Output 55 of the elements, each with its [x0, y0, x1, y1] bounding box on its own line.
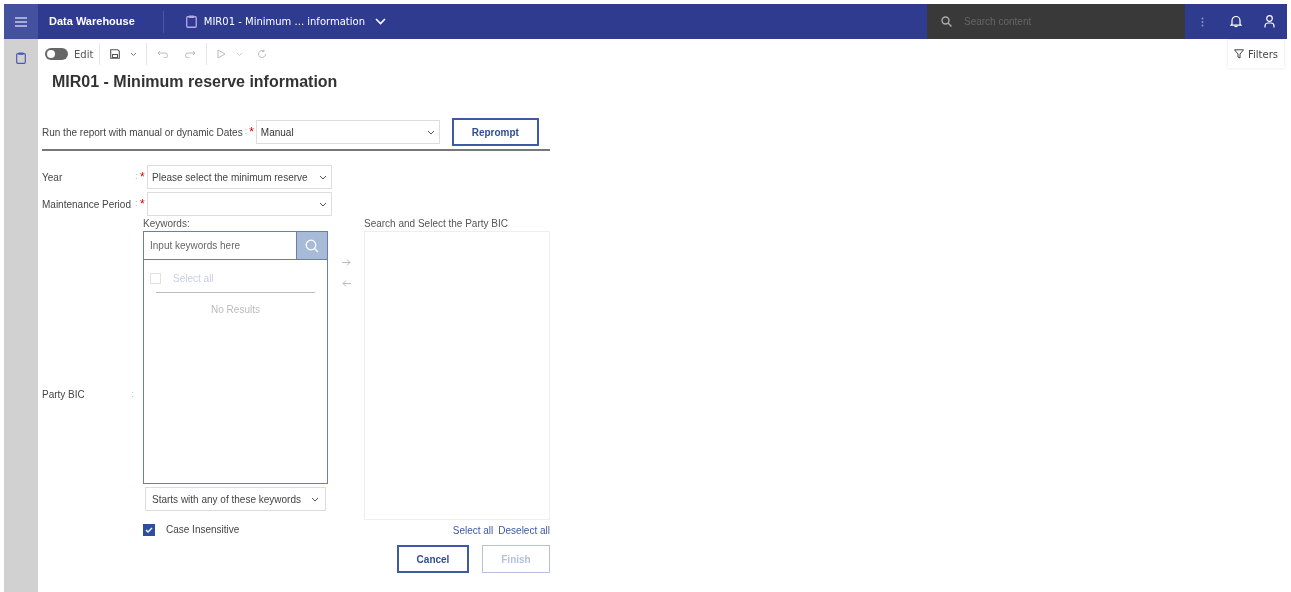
chevron-down-icon: [319, 201, 327, 207]
search-button[interactable]: [297, 232, 327, 259]
app-name[interactable]: Data Warehouse: [49, 13, 135, 30]
field-colon: :: [135, 197, 139, 211]
report-icon[interactable]: [16, 52, 26, 64]
selected-list-label: Search and Select the Party BIC: [364, 217, 509, 231]
dropdown-field[interactable]: Please select the minimum reserve: [147, 165, 332, 189]
field-colon: :: [244, 125, 248, 139]
match-mode-select[interactable]: Starts with any of these keywords: [145, 487, 326, 511]
select-all-link[interactable]: Select all: [452, 523, 494, 538]
reprompt-button[interactable]: Reprompt: [451, 118, 539, 146]
chevron-down-icon: [319, 174, 327, 180]
menu-button[interactable]: [4, 4, 38, 39]
search-icon: [941, 16, 952, 27]
redo-icon[interactable]: [185, 50, 197, 58]
report-icon: [185, 15, 197, 28]
field-label: Maintenance Period: [42, 197, 132, 212]
arrow-left-icon[interactable]: [341, 280, 351, 287]
filter-icon: [1234, 49, 1244, 59]
case-insensitive-label: Case Insensitive: [166, 523, 240, 537]
cancel-button[interactable]: Cancel: [397, 545, 469, 573]
report-title: MIR01 - Minimum reserve information: [52, 72, 339, 92]
keywords-input[interactable]: Input keywords here: [144, 232, 297, 259]
menu-icon: [15, 16, 27, 27]
undo-icon[interactable]: [157, 50, 169, 58]
chevron-down-icon: [311, 496, 319, 502]
chevron-down-icon: [426, 129, 435, 135]
refresh-icon[interactable]: [257, 49, 268, 59]
field-colon: :: [131, 387, 135, 401]
run-icon[interactable]: [217, 49, 227, 59]
empty-message: No Results: [211, 303, 260, 317]
required-mark: *: [140, 198, 146, 210]
field-colon: :: [135, 170, 139, 184]
field-label: Year: [42, 170, 64, 185]
caret-icon[interactable]: [130, 51, 138, 57]
required-mark: *: [249, 126, 254, 138]
edit-label: Edit: [74, 47, 94, 62]
field-label: Run the report with manual or dynamic Dates: [42, 125, 243, 140]
kebab-menu-icon[interactable]: [1201, 16, 1204, 27]
user-icon[interactable]: [1264, 15, 1275, 28]
chevron-down-icon[interactable]: [374, 18, 386, 25]
required-mark: *: [140, 171, 146, 183]
search-icon: [305, 238, 319, 253]
bell-icon[interactable]: [1230, 15, 1242, 28]
keywords-label: Keywords:: [143, 217, 191, 231]
edit-toggle[interactable]: [45, 48, 68, 60]
case-insensitive-checkbox[interactable]: [143, 523, 155, 536]
dropdown-field[interactable]: [147, 192, 332, 216]
arrow-right-icon[interactable]: [341, 259, 351, 266]
deselect-all-link[interactable]: Deselect all: [498, 523, 550, 538]
tab-title[interactable]: MIR01 - Minimum ... information: [203, 14, 365, 29]
field-label: Party BIC: [42, 388, 86, 402]
filters-button[interactable]: Filters: [1228, 40, 1284, 68]
dates-select[interactable]: Manual: [255, 120, 440, 144]
save-icon[interactable]: [110, 49, 121, 59]
